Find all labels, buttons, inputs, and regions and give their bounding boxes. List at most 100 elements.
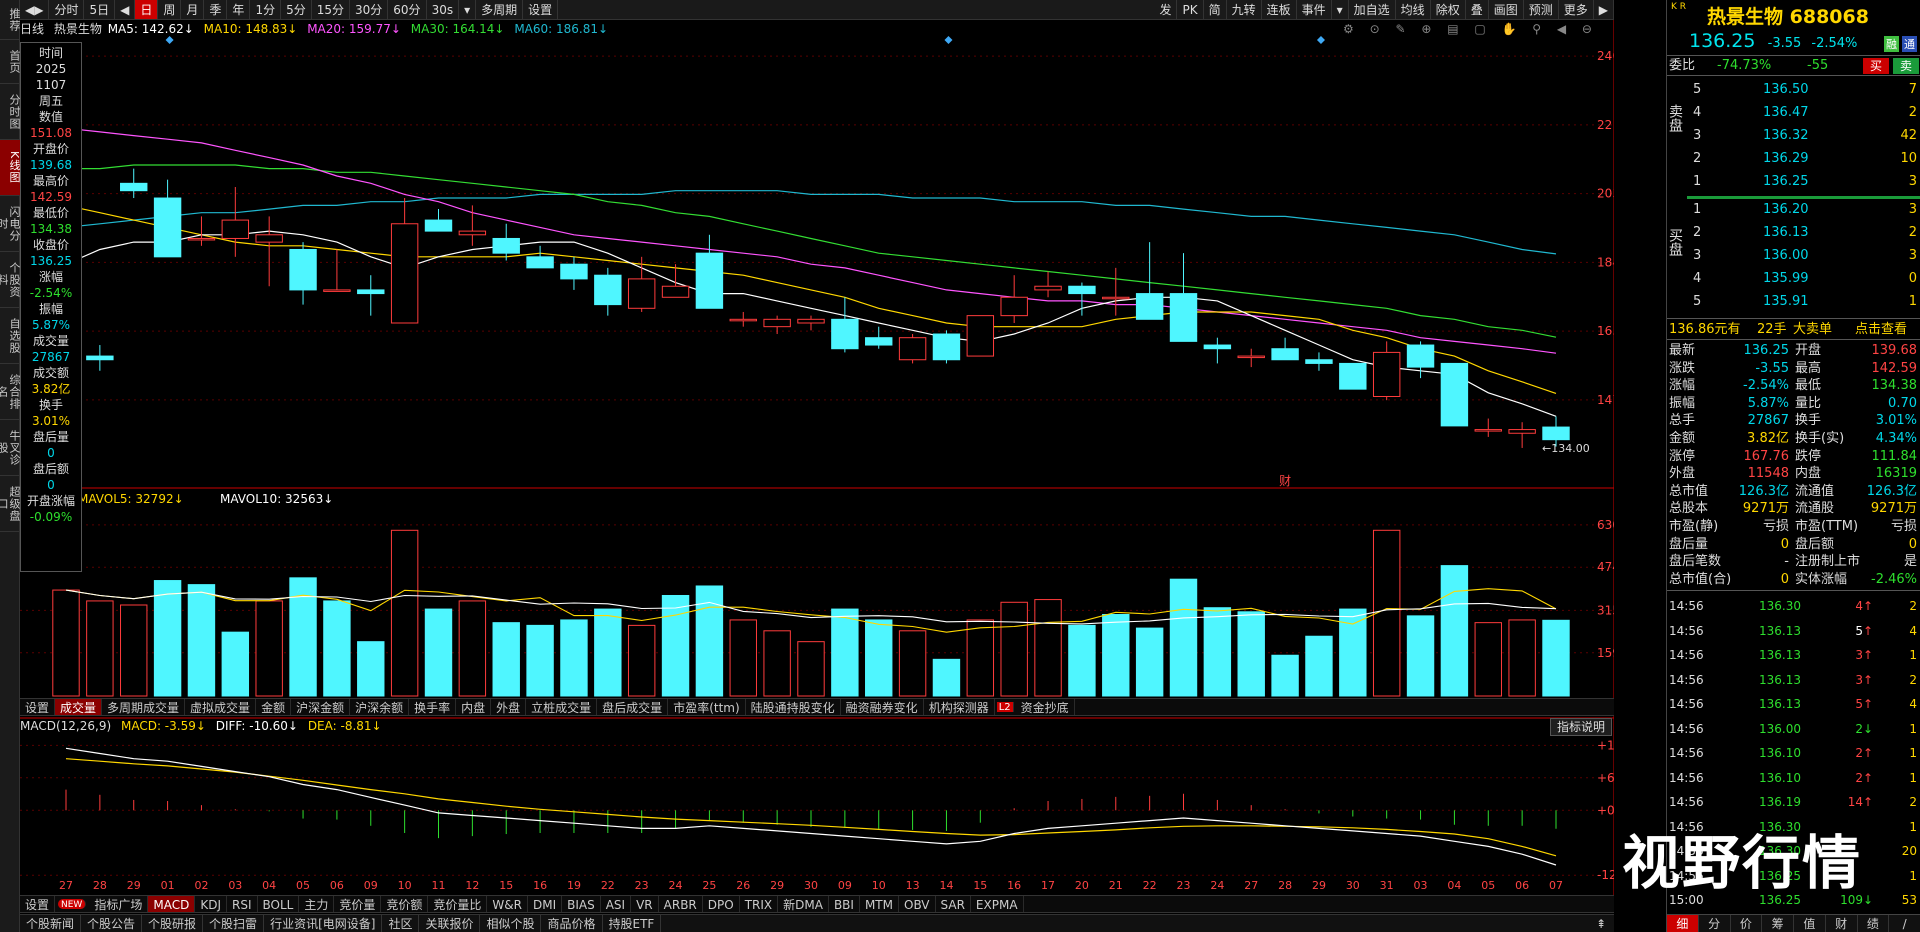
indicator-tab[interactable]: 资金抄底	[1016, 699, 1075, 715]
indicator-tab[interactable]: L2	[996, 702, 1014, 713]
indicator-selector-tab[interactable]: 主力	[299, 896, 335, 912]
indicator-tab[interactable]: 金额	[256, 699, 292, 715]
big-order-link[interactable]: 点击查看	[1855, 319, 1907, 341]
book-price: 136.20	[1763, 202, 1809, 217]
book-row[interactable]: 3 136.32 42	[1667, 126, 1920, 146]
indicator-tab[interactable]: 成交量	[55, 699, 103, 715]
indicator-tab[interactable]: 机构探测器	[924, 699, 995, 715]
indicator-explain-button[interactable]: 指标说明	[1550, 718, 1613, 736]
info-tab[interactable]: 个股公告	[81, 915, 143, 932]
quote-tab[interactable]: 细	[1667, 915, 1699, 932]
indicator-selector-tab[interactable]: 竞价量	[334, 896, 382, 912]
quote-tab[interactable]: 分	[1699, 915, 1731, 932]
indicator-tab[interactable]: 盘后成交量	[597, 699, 669, 715]
info-tab[interactable]: 持股ETF	[603, 915, 662, 932]
volume-bar	[1135, 627, 1164, 697]
indicator-selector-tab[interactable]: 新DMA	[778, 896, 829, 912]
left-nav-item[interactable]: 超级盘口	[0, 476, 21, 532]
indicator-selector-tab[interactable]: EXPMA	[971, 896, 1024, 912]
indicator-selector-tab[interactable]: KDJ	[195, 896, 227, 912]
info-tab[interactable]: 相似个股	[480, 915, 542, 932]
left-nav-item[interactable]: 分时图	[0, 84, 21, 140]
book-row[interactable]: 3 136.00 3	[1667, 246, 1920, 266]
indicator-selector-tab[interactable]: DPO	[703, 896, 740, 912]
indicator-selector-tab[interactable]: SAR	[936, 896, 971, 912]
info-tab[interactable]: 个股新闻	[20, 915, 82, 932]
event-diamond-icon	[1316, 36, 1325, 44]
indicator-selector-tab[interactable]: ASI	[601, 896, 632, 912]
buy-button[interactable]: 买	[1863, 58, 1889, 74]
book-row[interactable]: 5 136.50 7	[1667, 80, 1920, 100]
indicator-tab[interactable]: 立桩成交量	[526, 699, 598, 715]
sell-button[interactable]: 卖	[1893, 58, 1919, 74]
left-nav-item[interactable]: 个股资料	[0, 252, 21, 308]
date-axis-label: 07	[1549, 879, 1563, 892]
indicator-selector-tab[interactable]: TRIX	[740, 896, 779, 912]
indicator-tab[interactable]: 外盘	[491, 699, 527, 715]
info-tab[interactable]: 关联报价	[419, 915, 481, 932]
indicator-selector-tab[interactable]: RSI	[227, 896, 258, 912]
indicator-selector-tab[interactable]: NEW	[58, 899, 87, 910]
info-tab[interactable]: 行业资讯[电网设备]	[264, 915, 383, 932]
indicator-selector-tab[interactable]: 设置	[20, 896, 56, 912]
indicator-selector-tab[interactable]: MACD	[148, 896, 196, 912]
book-row[interactable]: 1 136.20 3	[1667, 200, 1920, 220]
stat-label: 最新	[1669, 343, 1696, 358]
quote-tab[interactable]: 值	[1794, 915, 1826, 932]
book-row[interactable]: 4 135.99 0	[1667, 269, 1920, 289]
indicator-selector-tab[interactable]: BOLL	[258, 896, 300, 912]
indicator-tab[interactable]: 沪深余额	[350, 699, 410, 715]
indicator-selector-tab[interactable]: W&R	[487, 896, 528, 912]
book-row[interactable]: 2 136.29 10	[1667, 149, 1920, 169]
indicator-tab[interactable]: 市盈率(ttm)	[668, 699, 746, 715]
indicator-tab[interactable]: 内盘	[456, 699, 492, 715]
left-nav-item[interactable]: 综合排名	[0, 364, 21, 420]
info-tab[interactable]: 个股研报	[142, 915, 204, 932]
left-nav-item[interactable]: 闪电分时	[0, 196, 21, 252]
indicator-selector-tab[interactable]: DMI	[528, 896, 563, 912]
indicator-selector-tab[interactable]: BBI	[829, 896, 860, 912]
quote-tab[interactable]: /	[1889, 915, 1920, 932]
date-axis-label: 10	[398, 879, 412, 892]
candle-body	[865, 337, 893, 346]
volume-bar	[1271, 654, 1299, 697]
book-row[interactable]: 5 135.91 1	[1667, 292, 1920, 312]
indicator-selector-tab[interactable]: ARBR	[659, 896, 703, 912]
left-nav-item[interactable]: 牛叉诊股	[0, 420, 21, 476]
big-order-row[interactable]: 136.86元有 22手 大卖单 点击查看	[1667, 318, 1920, 340]
indicator-selector-tab[interactable]: OBV	[899, 896, 936, 912]
candle-body	[594, 274, 622, 306]
indicator-selector-tab[interactable]: BIAS	[562, 896, 601, 912]
quote-tab[interactable]: 筹	[1762, 915, 1794, 932]
indicator-tab[interactable]: 陆股通持股变化	[746, 699, 841, 715]
indicator-tab[interactable]: 多周期成交量	[102, 699, 186, 715]
indicator-selector-tab[interactable]: 指标广场	[89, 896, 149, 912]
left-nav-item[interactable]: 首页	[0, 40, 21, 84]
candle-body	[932, 333, 961, 361]
indicator-tab[interactable]: 融资融券变化	[841, 699, 924, 715]
quote-tab[interactable]: 财	[1826, 915, 1858, 932]
indicator-tab[interactable]: 设置	[20, 699, 56, 715]
page-up-icon[interactable]: ⇞	[1588, 915, 1614, 932]
indicator-selector-tab[interactable]: 竞价量比	[428, 896, 488, 912]
book-row[interactable]: 2 136.13 2	[1667, 223, 1920, 243]
info-tab[interactable]: 个股扫雷	[203, 915, 265, 932]
indicator-tab[interactable]: 沪深金额	[291, 699, 351, 715]
book-row[interactable]: 4 136.47 2	[1667, 103, 1920, 123]
info-tab[interactable]: 社区	[382, 915, 420, 932]
info-tab[interactable]: 商品价格	[541, 915, 603, 932]
candle-body	[560, 263, 588, 280]
indicator-selector-tab[interactable]: VR	[631, 896, 659, 912]
quote-tab[interactable]: 价	[1731, 915, 1763, 932]
left-nav-item[interactable]: 推荐	[0, 0, 21, 40]
chart-canvas[interactable]: 240.61 221.91 203.20 184.50 165.80 147.09 ←134…	[20, 0, 1614, 918]
date-axis-label: 15	[973, 879, 987, 892]
left-nav-item[interactable]: 自选股	[0, 308, 21, 364]
indicator-tab[interactable]: 虚拟成交量	[185, 699, 257, 715]
left-nav-item[interactable]: K线图	[0, 140, 21, 196]
indicator-selector-tab[interactable]: 竞价额	[381, 896, 429, 912]
indicator-selector-tab[interactable]: MTM	[860, 896, 899, 912]
book-row[interactable]: 1 136.25 3	[1667, 172, 1920, 192]
indicator-tab[interactable]: 换手率	[409, 699, 457, 715]
quote-tab[interactable]: 绩	[1858, 915, 1890, 932]
